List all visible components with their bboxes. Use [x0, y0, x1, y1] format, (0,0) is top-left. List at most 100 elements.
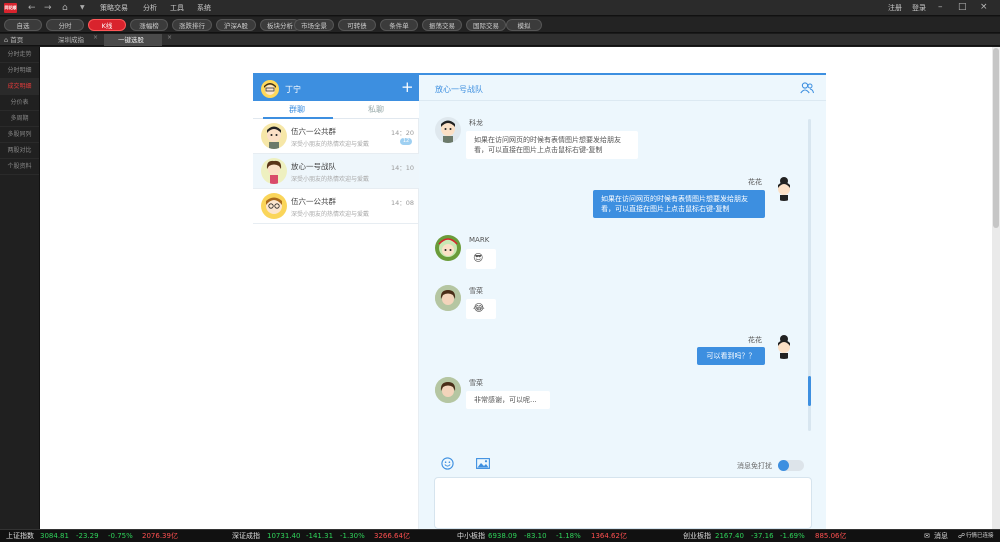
index-percent: -0.75%: [108, 532, 133, 540]
message-bubble: 可以看到吗？？: [697, 347, 765, 365]
connection-status: 行情已连接: [966, 533, 994, 539]
emoji-sunglasses-icon: 😎: [473, 253, 484, 264]
sender-avatar[interactable]: [435, 235, 461, 261]
add-chat-icon[interactable]: +: [401, 78, 414, 96]
toolbar-btn-oscillation[interactable]: 振荡交易: [422, 19, 462, 31]
sender-name: 花花: [748, 336, 762, 344]
toolbar-btn-intl[interactable]: 国际交易: [466, 19, 506, 31]
conversation-item[interactable]: 放心一号战队 深受小朋友的热情欢迎与爱戴 14：10: [253, 154, 419, 189]
sidebar-item-time-detail[interactable]: 分时明细: [0, 63, 39, 79]
app-logo: 同花顺: [4, 3, 17, 13]
conversation-item[interactable]: 伍六一公共群 深受小朋友的热情欢迎与爱戴 14：08: [253, 189, 419, 224]
my-name: 丁宁: [285, 85, 301, 94]
sidebar-item-price-table[interactable]: 分价表: [0, 95, 39, 111]
sender-name: 花花: [748, 178, 762, 186]
back-arrow-icon[interactable]: ←: [28, 2, 36, 14]
sidebar-item-timeshare[interactable]: 分时走势: [0, 47, 39, 63]
chat-room-header: 放心一号战队: [419, 75, 826, 101]
conversation-time: 14：20: [391, 129, 415, 137]
sidebar-item-multi-period[interactable]: 多周期: [0, 111, 39, 127]
input-toolbar: 消息免打扰: [419, 451, 826, 475]
index-name[interactable]: 创业板指: [683, 530, 711, 542]
home-icon[interactable]: ⌂: [62, 2, 68, 14]
tab-home[interactable]: ⌂ 首页: [0, 34, 46, 46]
group-avatar: [261, 158, 287, 184]
sender-avatar[interactable]: [771, 175, 797, 201]
sidebar-item-compare[interactable]: 两股对比: [0, 143, 39, 159]
conversation-name: 放心一号战队: [291, 162, 336, 171]
sidebar-item-trade-detail[interactable]: 成交明细: [0, 79, 39, 95]
toolbar-btn-bonds[interactable]: 可转债: [338, 19, 376, 31]
toolbar-btn-timeshare[interactable]: 分时: [46, 19, 84, 31]
toolbar-btn-kline[interactable]: K线: [88, 19, 126, 31]
sender-name: 雪菜: [469, 287, 483, 295]
image-upload-icon[interactable]: [476, 458, 490, 471]
message-icon[interactable]: ✉: [924, 530, 930, 542]
index-amount: 3266.64亿: [374, 532, 410, 540]
sender-avatar[interactable]: [771, 333, 797, 359]
members-icon[interactable]: [800, 82, 814, 96]
index-amount: 1364.62亿: [591, 532, 627, 540]
index-amount: 2076.39亿: [142, 532, 178, 540]
dnd-toggle[interactable]: [778, 460, 804, 471]
tab-group-chat[interactable]: 群聊: [289, 104, 305, 115]
conversation-item[interactable]: 伍六一公共群 深受小朋友的热情欢迎与爱戴 14：20 12: [253, 119, 419, 154]
page-scrollbar-thumb[interactable]: [993, 48, 999, 228]
index-change: -23.29: [76, 532, 99, 540]
index-name[interactable]: 上证指数: [6, 530, 34, 542]
close-icon[interactable]: ×: [980, 2, 988, 12]
toolbar-btn-gainers[interactable]: 涨幅榜: [130, 19, 168, 31]
maximize-icon[interactable]: □: [958, 2, 967, 12]
minimize-icon[interactable]: –: [938, 2, 943, 12]
tab-private-chat[interactable]: 私聊: [368, 104, 384, 115]
tab-bar: ⌂ 首页 深圳成指 × 一键选股 ×: [0, 34, 1000, 46]
index-value: 2167.40: [715, 532, 744, 540]
chat-room-title: 放心一号战队: [435, 85, 483, 94]
toolbar-btn-conditional[interactable]: 条件单: [380, 19, 418, 31]
sender-avatar[interactable]: [435, 285, 461, 311]
login-link[interactable]: 登录: [912, 3, 926, 13]
chevron-down-icon[interactable]: ▼: [80, 2, 85, 14]
sidebar-item-multi-stock[interactable]: 多股同列: [0, 127, 39, 143]
tab-stock-picker-label: 一键选股: [118, 36, 144, 44]
tab-stock-picker[interactable]: 一键选股: [104, 34, 162, 46]
my-avatar[interactable]: [261, 80, 279, 98]
close-tab-icon[interactable]: ×: [167, 34, 172, 41]
title-bar: 同花顺 ← → ⌂ ▼ 策略交易 分析 工具 系统 注册 登录 – □ ×: [0, 0, 1000, 16]
emoji-picker-icon[interactable]: [441, 457, 454, 472]
index-value: 6938.09: [488, 532, 517, 540]
menu-analysis[interactable]: 分析: [143, 3, 157, 13]
forward-arrow-icon[interactable]: →: [44, 2, 52, 14]
toolbar-btn-a-shares[interactable]: 沪深A股: [216, 19, 256, 31]
message-label[interactable]: 消息: [934, 530, 948, 542]
sidebar-item-profile[interactable]: 个股资料: [0, 159, 39, 175]
menu-strategy[interactable]: 策略交易: [100, 3, 128, 13]
toolbar-btn-watchlist[interactable]: 自选: [4, 19, 42, 31]
message-bubble: 如果在访问网页的时候有表情图片想要发给朋友 看，可以直接在图片上点击鼠标右键-复…: [593, 190, 765, 218]
sender-avatar[interactable]: [435, 117, 461, 143]
register-link[interactable]: 注册: [888, 3, 902, 13]
message-text: 看，可以直接在图片上点击鼠标右键-复制: [474, 146, 603, 154]
dnd-toggle-knob: [778, 460, 789, 471]
menu-system[interactable]: 系统: [197, 3, 211, 13]
message-bubble: 😂: [466, 299, 496, 319]
index-name[interactable]: 中小板指: [457, 530, 485, 542]
index-value: 3084.81: [40, 532, 69, 540]
index-percent: -1.18%: [556, 532, 581, 540]
toolbar-btn-simulate[interactable]: 模拟: [506, 19, 542, 31]
toolbar-btn-ranking[interactable]: 涨跌排行: [172, 19, 212, 31]
close-tab-icon[interactable]: ×: [93, 34, 98, 41]
message-input[interactable]: [434, 477, 812, 529]
emoji-laughing-icon: 😂: [473, 303, 485, 314]
index-change: -83.10: [524, 532, 547, 540]
index-change: -37.16: [751, 532, 774, 540]
message-text: 看，可以直接在图片上点击鼠标右键-复制: [601, 205, 730, 213]
menu-tools[interactable]: 工具: [170, 3, 184, 13]
toolbar-btn-market[interactable]: 市场全景: [294, 19, 334, 31]
conversation-name: 伍六一公共群: [291, 127, 336, 136]
index-name[interactable]: 深证成指: [232, 530, 260, 542]
sender-avatar[interactable]: [435, 377, 461, 403]
chat-type-tabs: 群聊 私聊: [253, 101, 419, 119]
conversation-list: 伍六一公共群 深受小朋友的热情欢迎与爱戴 14：20 12 放心一号战队 深受小…: [253, 119, 419, 529]
message-scrollbar-thumb[interactable]: [808, 376, 811, 406]
